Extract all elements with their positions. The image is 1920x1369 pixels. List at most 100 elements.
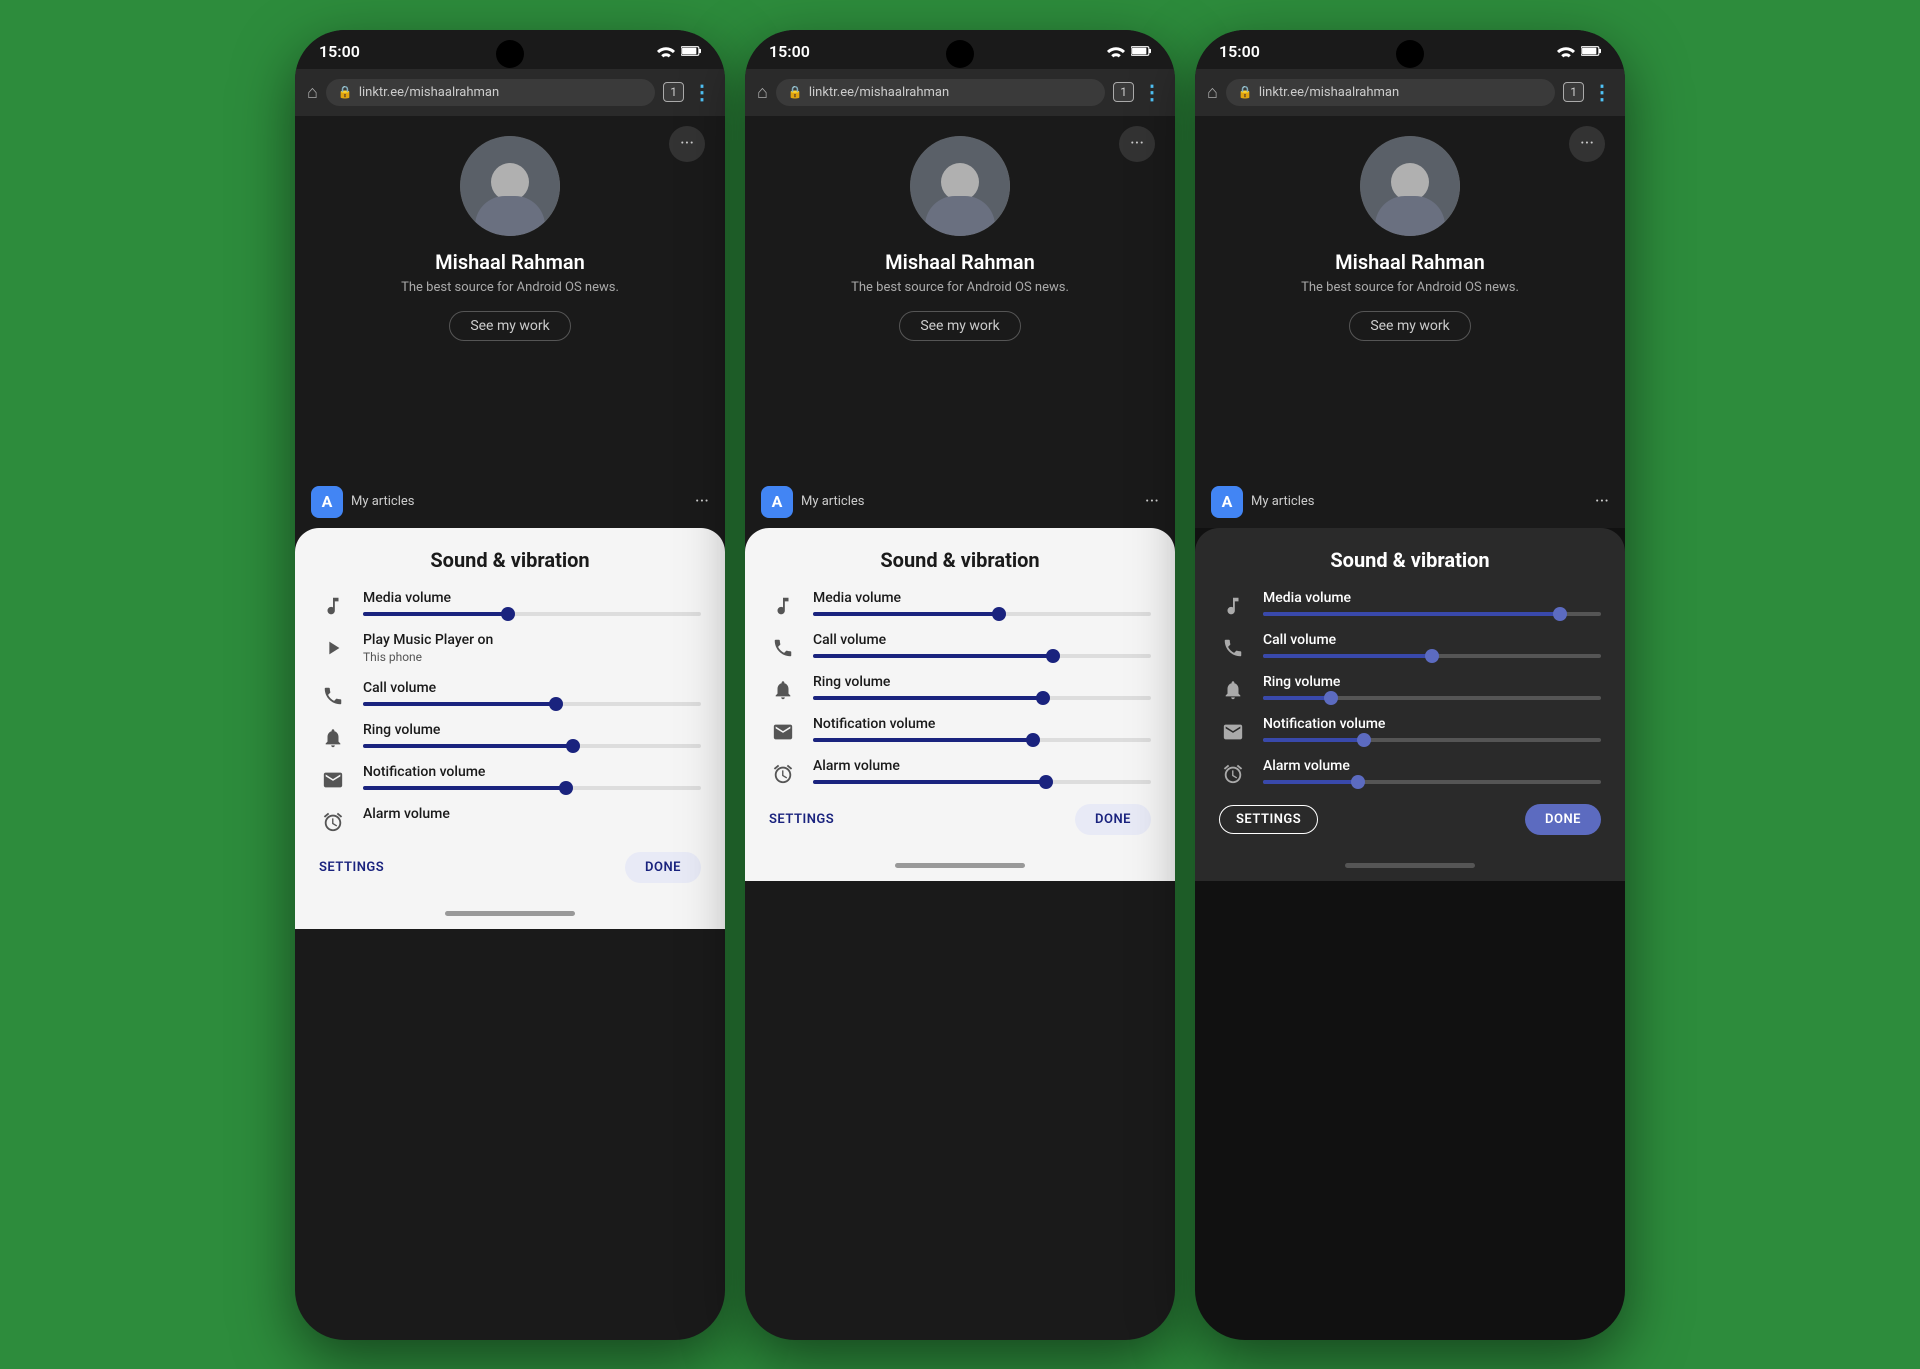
music-icon-1 (319, 592, 347, 620)
call-slider-1[interactable] (363, 702, 701, 706)
media-slider-1[interactable] (363, 612, 701, 616)
volume-content-ring-1: Ring volume (363, 722, 701, 748)
volume-content-ring-3: Ring volume (1263, 674, 1601, 700)
camera-pill-2 (946, 40, 974, 68)
call-volume-label-3: Call volume (1263, 632, 1601, 648)
avatar-body-2 (925, 196, 995, 236)
settings-button-1[interactable]: SETTINGS (319, 860, 384, 875)
battery-icon-3 (1581, 45, 1601, 57)
call-slider-3[interactable] (1263, 654, 1601, 658)
volume-content-call-2: Call volume (813, 632, 1151, 658)
volume-row-call-1: Call volume (319, 680, 701, 710)
url-bar-2[interactable]: 🔒 linktr.ee/mishaalrahman (776, 79, 1105, 106)
notif-slider-3[interactable] (1263, 738, 1601, 742)
volume-row-notif-2: Notification volume (769, 716, 1151, 746)
partial-text-3: My articles (1251, 494, 1315, 509)
more-circle-1[interactable]: ··· (669, 126, 705, 162)
avatar-head-2 (941, 163, 979, 201)
notif-icon-3 (1219, 718, 1247, 746)
home-icon-2[interactable]: ⌂ (757, 82, 768, 103)
more-btn-1[interactable]: ⋮ (692, 80, 713, 104)
home-indicator-1 (295, 899, 725, 929)
alarm-volume-label-2: Alarm volume (813, 758, 1151, 774)
play-icon-1 (319, 634, 347, 662)
lock-icon-2: 🔒 (788, 85, 803, 99)
tab-btn-1[interactable]: 1 (663, 82, 684, 102)
more-circle-3[interactable]: ··· (1569, 126, 1605, 162)
ring-volume-label-1: Ring volume (363, 722, 701, 738)
media-slider-2[interactable] (813, 612, 1151, 616)
status-icons-2 (1107, 44, 1151, 58)
notif-icon-2 (769, 718, 797, 746)
home-icon-1[interactable]: ⌂ (307, 82, 318, 103)
more-btn-3[interactable]: ⋮ (1592, 80, 1613, 104)
volume-content-media-2: Media volume (813, 590, 1151, 616)
volume-content-call-3: Call volume (1263, 632, 1601, 658)
call-slider-2[interactable] (813, 654, 1151, 658)
web-partial-3: A My articles ··· (1195, 476, 1625, 528)
app-icon-1: A (311, 486, 343, 518)
alarm-icon-1 (319, 808, 347, 836)
notif-slider-1[interactable] (363, 786, 701, 790)
see-work-3[interactable]: See my work (1349, 311, 1470, 341)
tab-btn-2[interactable]: 1 (1113, 82, 1134, 102)
see-work-1[interactable]: See my work (449, 311, 570, 341)
ring-slider-1[interactable] (363, 744, 701, 748)
volume-row-ring-1: Ring volume (319, 722, 701, 752)
see-work-2[interactable]: See my work (899, 311, 1020, 341)
url-bar-3[interactable]: 🔒 linktr.ee/mishaalrahman (1226, 79, 1555, 106)
avatar-2 (910, 136, 1010, 236)
done-button-2[interactable]: DONE (1075, 804, 1151, 835)
home-bar-1 (445, 911, 575, 916)
url-text-1: linktr.ee/mishaalrahman (359, 85, 499, 100)
dialog-title-3: Sound & vibration (1219, 548, 1601, 572)
sound-dialog-1: Sound & vibration Media volume (295, 528, 725, 899)
done-button-1[interactable]: DONE (625, 852, 701, 883)
battery-icon-2 (1131, 45, 1151, 57)
media-slider-3[interactable] (1263, 612, 1601, 616)
wifi-icon-1 (657, 44, 675, 58)
alarm-slider-2[interactable] (813, 780, 1151, 784)
play-sublabel-1: This phone (363, 650, 701, 664)
status-icons-1 (657, 44, 701, 58)
lock-icon-3: 🔒 (1238, 85, 1253, 99)
sound-dialog-2: Sound & vibration Media volume (745, 528, 1175, 851)
done-button-3[interactable]: DONE (1525, 804, 1601, 835)
status-time-1: 15:00 (319, 42, 360, 61)
ring-slider-2[interactable] (813, 696, 1151, 700)
volume-row-notif-3: Notification volume (1219, 716, 1601, 746)
volume-row-alarm-1: Alarm volume (319, 806, 701, 836)
media-volume-label-2: Media volume (813, 590, 1151, 606)
volume-content-media-3: Media volume (1263, 590, 1601, 616)
browser-bar-2: ⌂ 🔒 linktr.ee/mishaalrahman 1 ⋮ (745, 69, 1175, 116)
avatar-person-3 (1360, 136, 1460, 236)
volume-row-media-3: Media volume (1219, 590, 1601, 620)
home-icon-3[interactable]: ⌂ (1207, 82, 1218, 103)
ring-icon-2 (769, 676, 797, 704)
ring-icon-3 (1219, 676, 1247, 704)
more-btn-2[interactable]: ⋮ (1142, 80, 1163, 104)
tab-btn-3[interactable]: 1 (1563, 82, 1584, 102)
ring-slider-3[interactable] (1263, 696, 1601, 700)
web-content-3: ··· Mishaal Rahman The best source for A… (1195, 116, 1625, 476)
volume-row-play-1: Play Music Player on This phone (319, 632, 701, 668)
volume-content-ring-2: Ring volume (813, 674, 1151, 700)
alarm-slider-3[interactable] (1263, 780, 1601, 784)
camera-pill-1 (496, 40, 524, 68)
phone-icon-2 (769, 634, 797, 662)
ring-volume-label-2: Ring volume (813, 674, 1151, 690)
status-bar-3: 15:00 (1195, 30, 1625, 69)
volume-row-media-1: Media volume (319, 590, 701, 620)
phone-icon-1 (319, 682, 347, 710)
music-icon-2 (769, 592, 797, 620)
web-partial-2: A My articles ··· (745, 476, 1175, 528)
settings-button-3[interactable]: SETTINGS (1219, 805, 1318, 834)
more-circle-2[interactable]: ··· (1119, 126, 1155, 162)
volume-content-media-1: Media volume (363, 590, 701, 616)
wifi-icon-2 (1107, 44, 1125, 58)
settings-button-2[interactable]: SETTINGS (769, 812, 834, 827)
url-bar-1[interactable]: 🔒 linktr.ee/mishaalrahman (326, 79, 655, 106)
alarm-icon-2 (769, 760, 797, 788)
notif-slider-2[interactable] (813, 738, 1151, 742)
profile-bio-1: The best source for Android OS news. (401, 280, 619, 295)
